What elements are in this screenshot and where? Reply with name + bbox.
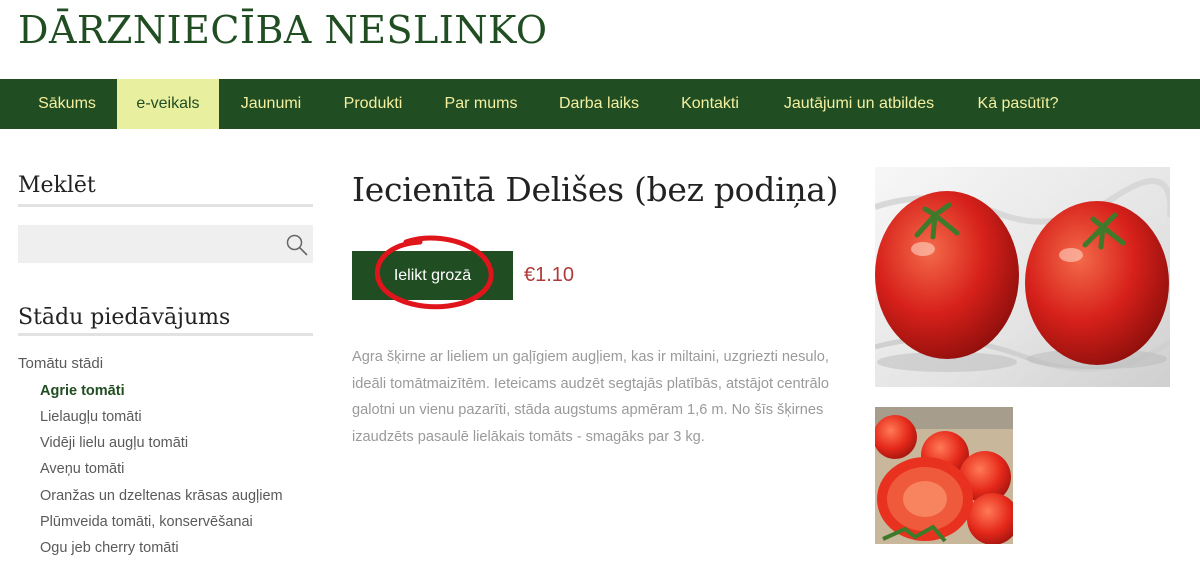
nav-item-e-veikals[interactable]: e-veikals [117,79,219,129]
nav-item-produkti[interactable]: Produkti [328,79,418,129]
search-icon[interactable] [286,234,308,256]
search-widget-divider [18,204,313,207]
product-description: Agra šķirne ar lieliem un gaļīgiem augļi… [352,349,829,445]
search-widget-title: Meklēt [18,173,96,198]
search-input[interactable] [18,225,273,263]
nav-item-sakums[interactable]: Sākums [18,79,116,129]
main-navigation: Sākums e-veikals Jaunumi Produkti Par mu… [0,79,1200,129]
category-item-lielauglu-tomati[interactable]: Lielaugļu tomāti [40,409,142,425]
category-item-ogu-jeb-cherry-tomati[interactable]: Ogu jeb cherry tomāti [40,540,179,556]
category-item-avenu-tomati[interactable]: Aveņu tomāti [40,461,124,477]
categories-widget-divider [18,333,313,336]
product-price: €1.10 [524,264,575,286]
nav-item-kontakti[interactable]: Kontakti [667,79,753,129]
category-item-plumveida-tomati[interactable]: Plūmveida tomāti, konservēšanai [40,514,253,530]
category-item-oranzas-un-dzeltenas[interactable]: Oranžas un dzeltenas krāsas augļiem [40,488,283,504]
categories-widget-title: Stādu piedāvājums [18,305,231,330]
product-main-image[interactable] [875,167,1170,387]
category-parent-tomatu-stadi[interactable]: Tomātu stādi [18,355,103,372]
product-thumbnail-image[interactable] [875,407,1013,544]
nav-item-jaunumi[interactable]: Jaunumi [223,79,319,129]
nav-item-ka-pasutit[interactable]: Kā pasūtīt? [964,79,1072,129]
search-box [18,225,313,263]
add-to-cart-button[interactable]: Ielikt grozā [352,251,513,300]
site-title[interactable]: DĀRZNIECĪBA NESLINKO [18,8,548,52]
nav-item-par-mums[interactable]: Par mums [432,79,530,129]
nav-item-darba-laiks[interactable]: Darba laiks [545,79,653,129]
category-item-agrie-tomati[interactable]: Agrie tomāti [40,383,125,399]
category-item-videji-lielu-auglu-tomati[interactable]: Vidēji lielu augļu tomāti [40,435,188,451]
nav-item-jautajumi-un-atbildes[interactable]: Jautājumi un atbildes [766,79,952,129]
product-title: Iecienītā Delišes (bez podiņa) [352,170,839,209]
